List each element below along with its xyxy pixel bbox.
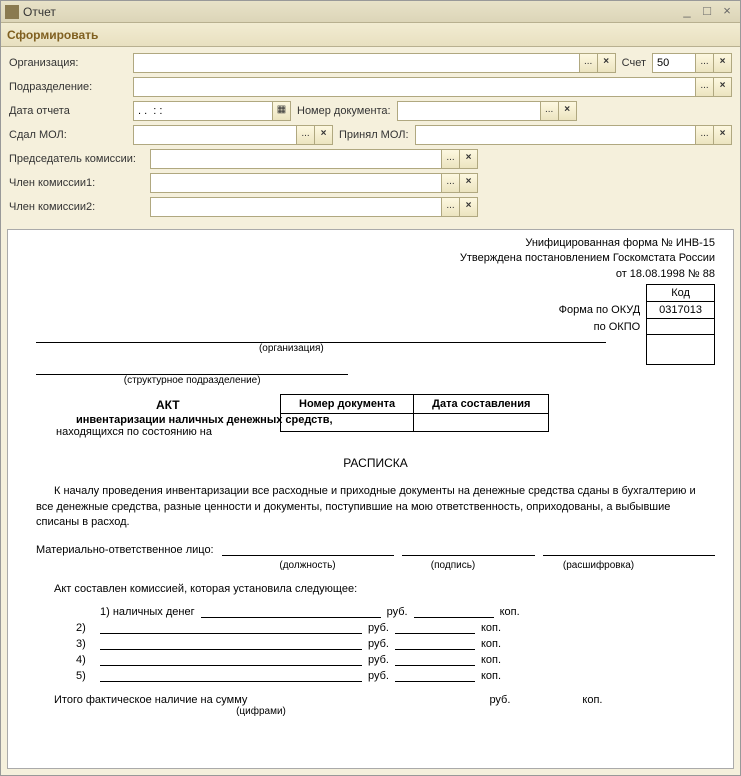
member2-input[interactable]: ...× — [150, 197, 478, 217]
subdiv-clear-button[interactable]: × — [713, 78, 731, 96]
close-button[interactable]: × — [718, 4, 736, 20]
account-label: Счет — [622, 57, 646, 69]
act-subtitle: инвентаризации наличных денежных средств… — [76, 414, 715, 426]
member2-clear-button[interactable]: × — [459, 198, 477, 216]
maximize-button[interactable]: □ — [698, 4, 716, 20]
subdiv-select-button[interactable]: ... — [695, 78, 713, 96]
member1-clear-button[interactable]: × — [459, 174, 477, 192]
member1-input[interactable]: ...× — [150, 173, 478, 193]
calendar-icon[interactable]: ▦ — [272, 102, 290, 120]
docnum-input[interactable]: ...× — [397, 101, 577, 121]
chairman-clear-button[interactable]: × — [459, 150, 477, 168]
accepted-mol-clear-button[interactable]: × — [713, 126, 731, 144]
date-input[interactable]: ▦ — [133, 101, 291, 121]
money-row-2: 2)руб.коп. — [76, 621, 715, 634]
total-row: Итого фактическое наличие на сумму руб. … — [54, 694, 715, 706]
mol-signature-row: Материально-ответственное лицо: — [36, 542, 715, 556]
subdiv-label: Подразделение: — [9, 81, 127, 93]
date-label: Дата отчета — [9, 105, 127, 117]
digits-caption: (цифрами) — [146, 706, 376, 717]
subdiv-input[interactable]: ...× — [133, 77, 732, 97]
member2-select-button[interactable]: ... — [441, 198, 459, 216]
receipt-heading: РАСПИСКА — [36, 456, 715, 470]
money-row-5: 5)руб.коп. — [76, 669, 715, 682]
money-row-4: 4)руб.коп. — [76, 653, 715, 666]
chairman-label: Председатель комиссии: — [9, 153, 144, 165]
document-area[interactable]: Унифицированная форма № ИНВ-15 Утвержден… — [7, 229, 734, 769]
money-row-1: 1) наличных денегруб.коп. — [76, 605, 715, 618]
org-caption: (организация) — [36, 343, 606, 354]
accepted-mol-label: Принял МОЛ: — [339, 129, 409, 141]
org-select-button[interactable]: ... — [579, 54, 597, 72]
docnum-label: Номер документа: — [297, 105, 391, 117]
accepted-mol-input[interactable]: ...× — [415, 125, 732, 145]
docnum-clear-button[interactable]: × — [558, 102, 576, 120]
accepted-mol-select-button[interactable]: ... — [695, 126, 713, 144]
org-clear-button[interactable]: × — [597, 54, 615, 72]
gave-mol-label: Сдал МОЛ: — [9, 129, 127, 141]
chairman-input[interactable]: ...× — [150, 149, 478, 169]
commission-line: Акт составлен комиссией, которая установ… — [54, 583, 715, 595]
minimize-button[interactable]: _ — [678, 4, 696, 20]
app-icon — [5, 5, 19, 19]
account-select-button[interactable]: ... — [695, 54, 713, 72]
gave-mol-clear-button[interactable]: × — [314, 126, 332, 144]
member1-select-button[interactable]: ... — [441, 174, 459, 192]
gave-mol-select-button[interactable]: ... — [296, 126, 314, 144]
account-input[interactable]: ...× — [652, 53, 732, 73]
chairman-select-button[interactable]: ... — [441, 150, 459, 168]
receipt-text: К началу проведения инвентаризации все р… — [36, 484, 715, 530]
member1-label: Член комиссии1: — [9, 177, 144, 189]
subdiv-caption: (структурное подразделение) — [36, 375, 348, 386]
docnum-select-button[interactable]: ... — [540, 102, 558, 120]
form-header: Унифицированная форма № ИНВ-15 Утвержден… — [36, 236, 715, 282]
money-row-3: 3)руб.коп. — [76, 637, 715, 650]
org-label: Организация: — [9, 57, 127, 69]
mol-captions: (должность) (подпись) (расшифровка) — [36, 560, 715, 571]
generate-button[interactable]: Сформировать — [7, 28, 98, 42]
member2-label: Член комиссии2: — [9, 201, 144, 213]
window-title: Отчет — [23, 5, 676, 19]
account-clear-button[interactable]: × — [713, 54, 731, 72]
code-table: Код Форма по ОКУД0317013 по ОКПО — [547, 284, 715, 365]
gave-mol-input[interactable]: ...× — [133, 125, 333, 145]
org-input[interactable]: ...× — [133, 53, 616, 73]
act-status: находящихся по состоянию на — [56, 426, 715, 438]
